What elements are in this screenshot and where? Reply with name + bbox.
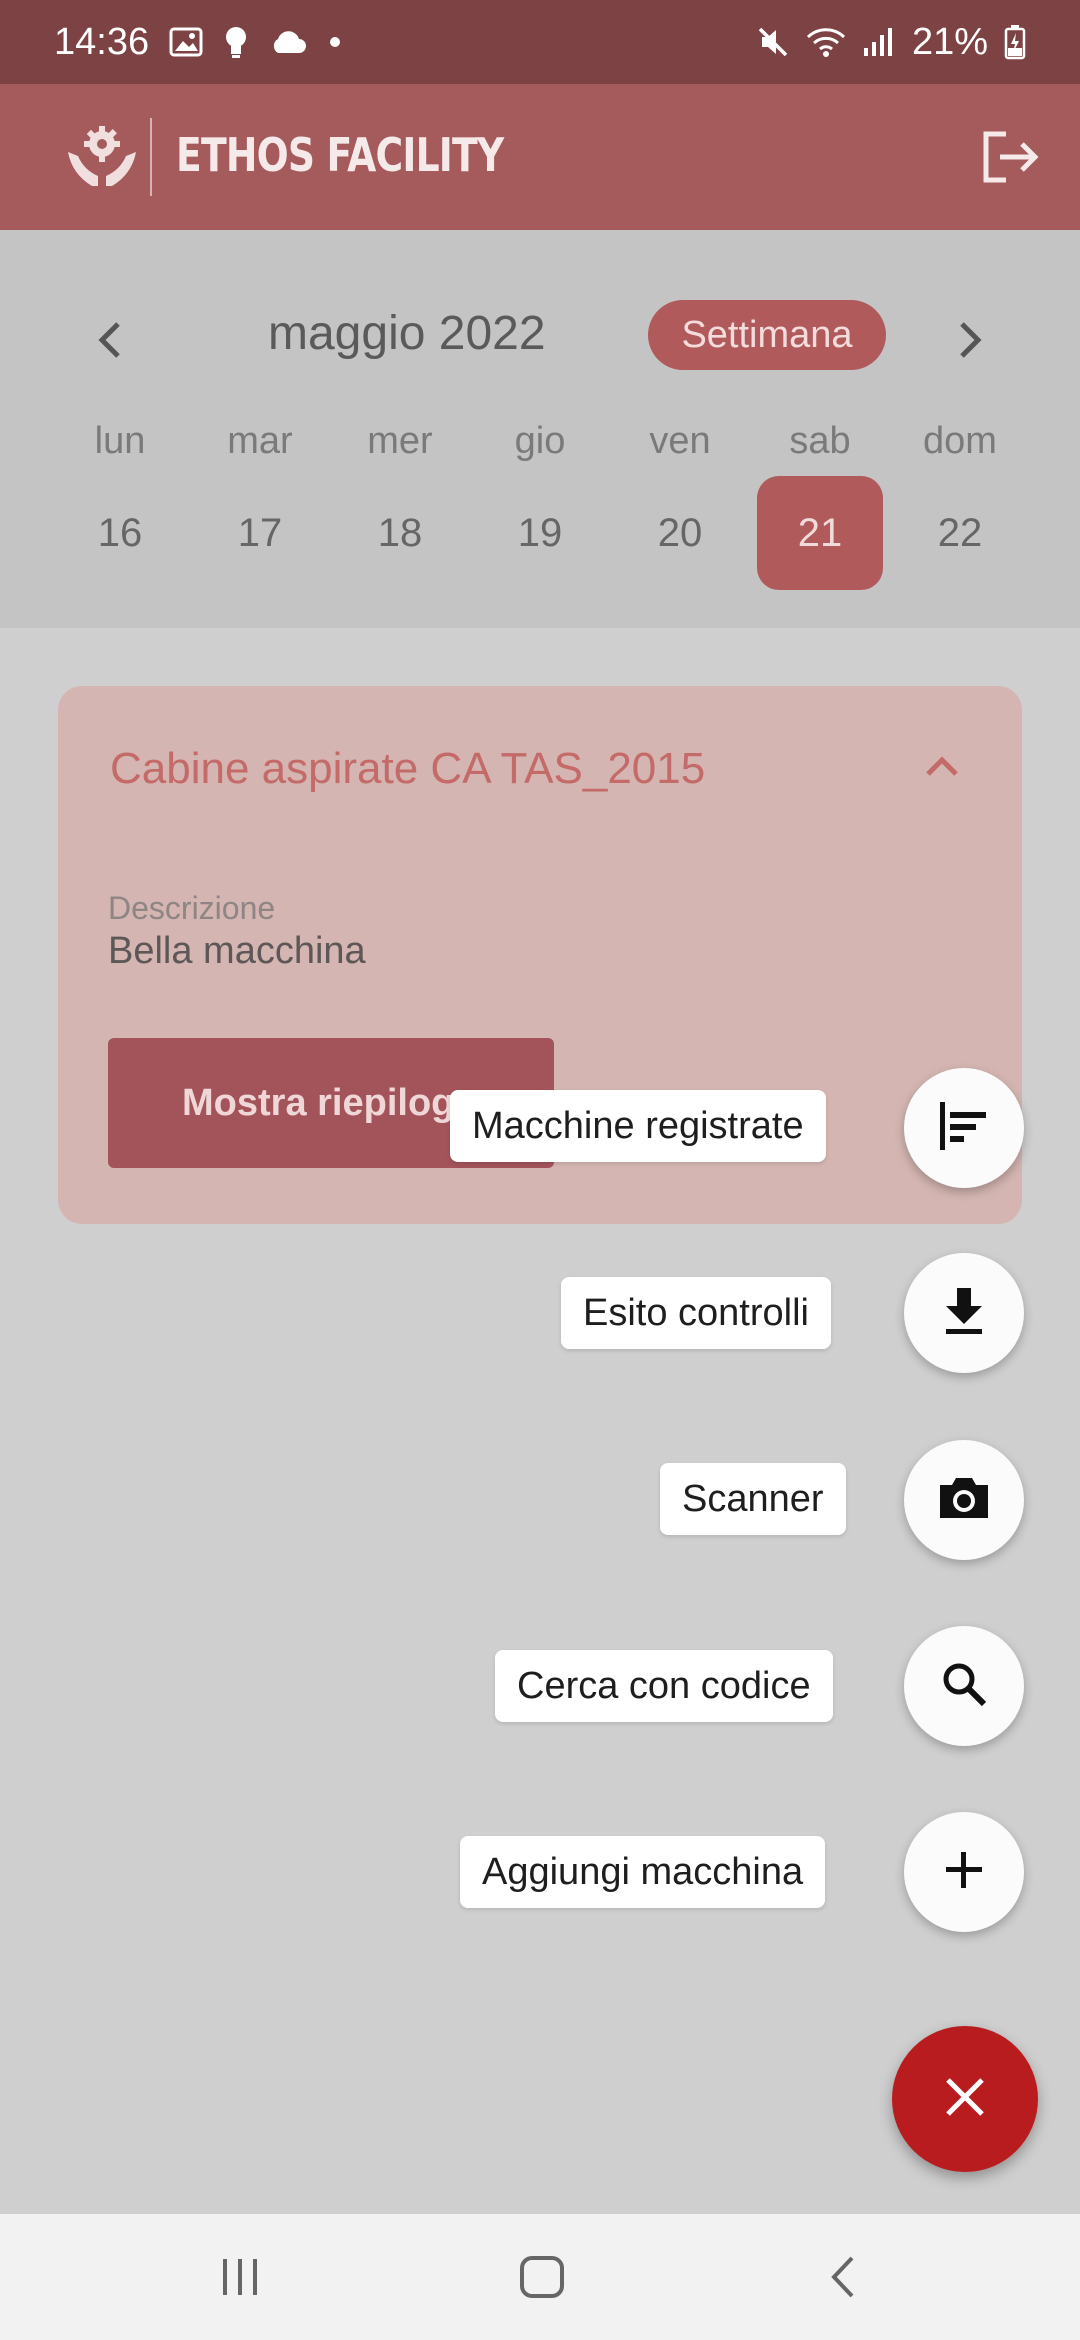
day-name-sab: sab bbox=[750, 420, 890, 463]
card-title: Cabine aspirate CA TAS_2015 bbox=[110, 744, 706, 793]
day-number[interactable]: 17 bbox=[197, 476, 323, 590]
registered-machines-button[interactable] bbox=[904, 1068, 1024, 1188]
sort-list-icon bbox=[936, 1100, 992, 1157]
signal-icon bbox=[862, 26, 896, 58]
day-name-dom: dom bbox=[890, 420, 1030, 463]
mute-icon bbox=[756, 25, 790, 59]
day-name-gio: gio bbox=[470, 420, 610, 463]
day-name-label: sab bbox=[789, 420, 851, 462]
recent-apps-icon[interactable] bbox=[210, 2252, 270, 2302]
download-icon bbox=[942, 1286, 986, 1341]
day-name-label: gio bbox=[514, 420, 566, 462]
day-number[interactable]: 22 bbox=[897, 476, 1023, 590]
hands-gear-logo bbox=[66, 126, 138, 188]
chevron-right-icon[interactable] bbox=[950, 318, 990, 362]
add-machine-button[interactable] bbox=[904, 1812, 1024, 1932]
battery-charging-icon bbox=[1004, 24, 1026, 60]
status-bar: 14:36 21% bbox=[0, 0, 1080, 84]
speed-dial-label-check-results[interactable]: Esito controlli bbox=[561, 1277, 831, 1349]
dot-icon bbox=[327, 34, 343, 50]
day-name-ven: ven bbox=[610, 420, 750, 463]
app-title: ETHOS FACILITY bbox=[176, 128, 504, 182]
day-number[interactable]: 19 bbox=[477, 476, 603, 590]
speed-dial-label-registered-machines[interactable]: Macchine registrate bbox=[450, 1090, 826, 1162]
check-results-button[interactable] bbox=[904, 1253, 1024, 1373]
bulb-icon bbox=[223, 25, 249, 59]
image-icon bbox=[169, 27, 203, 57]
close-icon bbox=[942, 2074, 988, 2125]
close-speed-dial-button[interactable] bbox=[892, 2026, 1038, 2172]
home-icon[interactable] bbox=[512, 2252, 572, 2302]
day-name-label: dom bbox=[923, 420, 997, 462]
app-bar: ETHOS FACILITY bbox=[0, 84, 1080, 230]
status-time: 14:36 bbox=[54, 20, 150, 63]
view-toggle-button[interactable]: Settimana bbox=[648, 300, 886, 370]
search-code-button[interactable] bbox=[904, 1626, 1024, 1746]
logo-divider bbox=[150, 118, 152, 196]
day-number[interactable]: 18 bbox=[337, 476, 463, 590]
speed-dial-label-add-machine[interactable]: Aggiungi macchina bbox=[460, 1836, 826, 1908]
search-icon bbox=[939, 1659, 989, 1714]
day-name-label: ven bbox=[649, 420, 711, 462]
month-label: maggio 2022 bbox=[268, 307, 546, 360]
description-value: Bella macchina bbox=[108, 930, 366, 972]
month-row: maggio 2022 Settimana bbox=[0, 300, 1080, 380]
day-cell-19[interactable]: 19 bbox=[470, 476, 610, 590]
day-cell-18[interactable]: 18 bbox=[330, 476, 470, 590]
day-cell-16[interactable]: 16 bbox=[50, 476, 190, 590]
scanner-button[interactable] bbox=[904, 1440, 1024, 1560]
day-name-label: mer bbox=[367, 420, 433, 462]
wifi-icon bbox=[806, 26, 846, 58]
day-names: lun mar mer gio ven sab dom bbox=[50, 420, 1030, 463]
speed-dial-label-search-code[interactable]: Cerca con codice bbox=[495, 1650, 833, 1722]
description-label: Descrizione bbox=[108, 890, 276, 926]
day-numbers: 16 17 18 19 20 21 22 bbox=[50, 476, 1030, 590]
screen: 14:36 21% ETHOS FACILITY maggio 2022 Set… bbox=[0, 0, 1080, 2340]
day-name-label: lun bbox=[94, 420, 146, 462]
selected-day-number[interactable]: 21 bbox=[757, 476, 883, 590]
cloud-icon bbox=[269, 29, 307, 55]
day-cell-21[interactable]: 21 bbox=[750, 476, 890, 590]
day-cell-20[interactable]: 20 bbox=[610, 476, 750, 590]
day-number[interactable]: 16 bbox=[57, 476, 183, 590]
chevron-left-icon[interactable] bbox=[90, 318, 130, 362]
day-name-mar: mar bbox=[190, 420, 330, 463]
week-calendar: maggio 2022 Settimana lun mar mer gio ven sab… bbox=[0, 230, 1080, 628]
camera-icon bbox=[936, 1475, 992, 1526]
day-cell-22[interactable]: 22 bbox=[890, 476, 1030, 590]
day-number[interactable]: 20 bbox=[617, 476, 743, 590]
logout-icon[interactable] bbox=[980, 130, 1040, 184]
battery-text: 21% bbox=[911, 20, 988, 63]
chevron-up-icon[interactable] bbox=[924, 754, 960, 778]
speed-dial-label-scanner[interactable]: Scanner bbox=[660, 1463, 846, 1535]
day-name-mer: mer bbox=[330, 420, 470, 463]
day-name-lun: lun bbox=[50, 420, 190, 463]
day-name-label: mar bbox=[227, 420, 293, 462]
plus-icon bbox=[942, 1848, 986, 1897]
system-nav-bar bbox=[0, 2214, 1080, 2340]
day-cell-17[interactable]: 17 bbox=[190, 476, 330, 590]
back-icon[interactable] bbox=[814, 2252, 874, 2302]
